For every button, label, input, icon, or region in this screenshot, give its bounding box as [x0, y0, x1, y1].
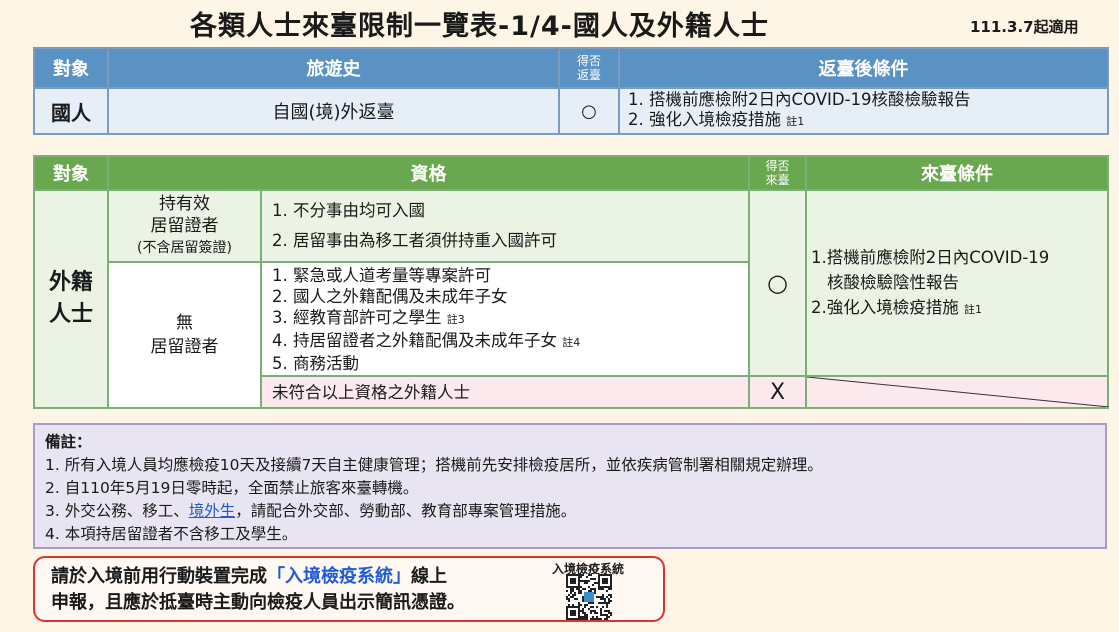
- subject-citizens: 國人: [33, 87, 109, 135]
- effective-date: 111.3.7起適用: [970, 18, 1079, 36]
- condition-item: 1.搭機前應檢附2日內COVID-19: [811, 247, 1050, 267]
- notes-heading: 備註：: [45, 433, 92, 451]
- diagonal-cell: [805, 375, 1109, 409]
- note-item: 2. 自110年5月19日零時起，全面禁止旅客來臺轉機。: [45, 479, 419, 497]
- condition-item: 2.強化入境檢疫措施 註1: [811, 297, 982, 317]
- resident-items: 1. 不分事由均可入國 2. 居留事由為移工者須併持重入國許可: [260, 189, 750, 263]
- header-allowed: 得否 來臺: [748, 155, 807, 191]
- citizen-conditions: 1. 搭機前應檢附2日內COVID-19核酸檢驗報告 2. 強化入境檢疫措施 註…: [618, 87, 1109, 135]
- header-qualification: 資格: [107, 155, 750, 191]
- citizens-row: 國人 自國(境)外返臺 ○ 1. 搭機前應檢附2日內COVID-19核酸檢驗報告…: [33, 87, 1109, 135]
- page-title: 各類人士來臺限制一覽表-1/4-國人及外籍人士: [190, 11, 769, 42]
- condition-item: 2. 強化入境檢疫措施 註1: [628, 110, 805, 129]
- qr-code-icon[interactable]: [566, 574, 612, 620]
- allowed-circle: ○: [748, 189, 807, 377]
- allowed-circle: ○: [558, 87, 620, 135]
- list-item: 3. 經教育部許可之學生 註3: [272, 307, 465, 327]
- resident-card-label: 持有效 居留證者 (不含居留簽證): [107, 189, 262, 263]
- denied-mark: X: [748, 375, 807, 409]
- condition-item: 1. 搭機前應檢附2日內COVID-19核酸檢驗報告: [628, 90, 971, 109]
- header-allowed: 得否 返臺: [558, 47, 620, 89]
- callout-line2: 申報，且應於抵臺時主動向檢疫人員出示簡訊憑證。: [51, 592, 465, 613]
- list-item: 2. 國人之外籍配偶及未成年子女: [272, 286, 508, 306]
- foreigners-table: 對象 資格 得否 來臺 來臺條件 外籍 人士 持有效 居留證者 (不含居留簽證) 1…: [33, 155, 1109, 409]
- no-card-items: 1. 緊急或人道考量等專案許可 2. 國人之外籍配偶及未成年子女 3. 經教育部…: [260, 261, 750, 377]
- header-subject: 對象: [33, 47, 109, 89]
- other-label: 未符合以上資格之外籍人士: [260, 375, 750, 409]
- foreigners-header-row: 對象 資格 得否 來臺 來臺條件: [33, 155, 1109, 191]
- notes-box: 備註： 1. 所有入境人員均應檢疫10天及接續7天自主健康管理；搭機前先安排檢疫…: [33, 423, 1107, 549]
- note-item: 3. 外交公務、移工、境外生，請配合外交部、勞動部、教育部專案管理措施。: [45, 502, 577, 520]
- header-subject: 對象: [33, 155, 109, 191]
- history-cell: 自國(境)外返臺: [107, 87, 560, 135]
- list-item: 1. 不分事由均可入國: [272, 201, 425, 220]
- note-item: 1. 所有入境人員均應檢疫10天及接續7天自主健康管理；搭機前先安排檢疫居所，並…: [45, 456, 823, 474]
- list-item: 2. 居留事由為移工者須併持重入國許可: [272, 231, 557, 250]
- overseas-student-link[interactable]: 境外生: [189, 502, 236, 520]
- citizens-table: 對象 旅遊史 得否 返臺 返臺後條件 國人 自國(境)外返臺 ○ 1. 搭機前應檢…: [33, 47, 1109, 135]
- list-item: 4. 持居留證者之外籍配偶及未成年子女 註4: [272, 330, 581, 350]
- citizens-header-row: 對象 旅遊史 得否 返臺 返臺後條件: [33, 47, 1109, 89]
- header-history: 旅遊史: [107, 47, 560, 89]
- quarantine-system-link[interactable]: 「入境檢疫系統」: [267, 566, 411, 587]
- list-item: 1. 緊急或人道考量等專案許可: [272, 265, 491, 285]
- resident-card-row: 外籍 人士 持有效 居留證者 (不含居留簽證) 1. 不分事由均可入國 2. 居留…: [33, 189, 1109, 409]
- note-item: 4. 本項持居留證者不含移工及學生。: [45, 525, 298, 543]
- subject-foreigners: 外籍 人士: [33, 189, 109, 409]
- list-item: 5. 商務活動: [272, 353, 359, 373]
- condition-item: 核酸檢驗陰性報告: [827, 272, 959, 292]
- no-card-label: 無 居留證者: [107, 261, 262, 409]
- header-conditions: 來臺條件: [805, 155, 1109, 191]
- foreigner-conditions: 1.搭機前應檢附2日內COVID-19 核酸檢驗陰性報告 2.強化入境檢疫措施 …: [805, 189, 1109, 377]
- header-conditions: 返臺後條件: [618, 47, 1109, 89]
- diagonal-line: [807, 377, 1109, 407]
